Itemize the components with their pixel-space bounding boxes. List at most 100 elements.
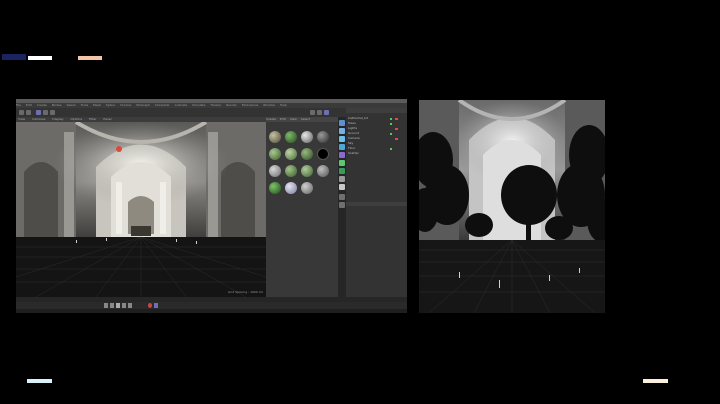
material-menubar: Create Edit View Select	[266, 117, 338, 122]
menu-item[interactable]: Extensions	[242, 103, 258, 107]
material-swatch[interactable]	[269, 131, 281, 143]
object-row[interactable]: Scatter	[348, 152, 359, 155]
cloner-icon[interactable]	[339, 144, 345, 150]
timeline[interactable]	[16, 297, 407, 313]
step-back-icon[interactable]	[110, 303, 114, 308]
material-swatch[interactable]	[317, 131, 329, 143]
play-icon[interactable]	[116, 303, 120, 308]
visibility-dot[interactable]	[390, 148, 392, 150]
perspective-viewport[interactable]: Grid Spacing : 1000 cm	[16, 122, 266, 297]
object-manager: Cathedral_Int Trees Lights Ground Camera…	[346, 108, 407, 297]
menu-item[interactable]: Create	[37, 103, 47, 107]
material-swatch[interactable]	[269, 165, 281, 177]
render-preview	[419, 100, 605, 313]
render-settings-icon[interactable]	[317, 110, 322, 115]
viewport-menu-item[interactable]: Options	[68, 117, 82, 121]
object-row[interactable]: Sky	[348, 142, 353, 145]
menu-item[interactable]: Volume	[120, 103, 131, 107]
viewport-menu-item[interactable]: View	[16, 117, 25, 121]
tag-dot[interactable]	[395, 138, 398, 140]
tag-icon[interactable]	[339, 194, 345, 200]
cathedral-with-trees-render	[419, 100, 605, 313]
object-manager-header	[346, 108, 407, 113]
step-forward-icon[interactable]	[122, 303, 126, 308]
visibility-dot[interactable]	[390, 118, 392, 120]
object-row[interactable]: Cathedral_Int	[348, 117, 368, 120]
object-row[interactable]: Lights	[348, 127, 357, 130]
scene-icon[interactable]	[339, 168, 345, 174]
material-swatch[interactable]	[301, 148, 313, 160]
viewport-menu-item[interactable]: Panel	[101, 117, 111, 121]
menu-item[interactable]: Modes	[52, 103, 62, 107]
menu-item[interactable]: Window	[263, 103, 275, 107]
material-swatch[interactable]	[317, 165, 329, 177]
c4d-window: File Edit Create Modes Select Tools Mesh…	[16, 99, 407, 313]
tag-dot[interactable]	[395, 128, 398, 130]
menu-item[interactable]: Edit	[26, 103, 32, 107]
material-swatch[interactable]	[285, 165, 297, 177]
record-icon[interactable]	[148, 303, 152, 308]
menu-item[interactable]: Spline	[106, 103, 115, 107]
timeline-ruler[interactable]	[16, 297, 407, 302]
material-swatch[interactable]	[301, 165, 313, 177]
keyframe-icon[interactable]	[154, 303, 158, 308]
material-swatch[interactable]	[301, 182, 313, 194]
viewport-menu-item[interactable]: Filter	[87, 117, 96, 121]
material-menu-item[interactable]: Create	[266, 117, 276, 121]
camera-icon[interactable]	[339, 176, 345, 182]
menu-item[interactable]: Animate	[175, 103, 188, 107]
deformer-icon[interactable]	[339, 152, 345, 158]
cube-icon[interactable]	[339, 120, 345, 126]
menu-item[interactable]: Select	[66, 103, 75, 107]
viewport-menu-item[interactable]: Cameras	[30, 117, 45, 121]
material-swatch[interactable]	[285, 131, 297, 143]
menu-item[interactable]: Tracker	[210, 103, 221, 107]
menu-item[interactable]: Render	[226, 103, 237, 107]
visibility-dot[interactable]	[390, 133, 392, 135]
object-row[interactable]: Trees	[348, 122, 356, 125]
timeline-frames[interactable]	[16, 309, 407, 313]
object-row[interactable]: Camera	[348, 137, 360, 140]
material-swatch[interactable]	[269, 182, 281, 194]
object-row[interactable]: Ground	[348, 132, 359, 135]
material-swatch[interactable]	[301, 131, 313, 143]
light-gizmo-icon[interactable]	[116, 146, 122, 152]
material-swatch[interactable]	[269, 148, 281, 160]
bottom-bar-right	[643, 379, 668, 383]
scale-icon[interactable]	[43, 110, 48, 115]
go-start-icon[interactable]	[104, 303, 108, 308]
light-icon[interactable]	[339, 184, 345, 190]
tag-dot[interactable]	[395, 118, 398, 120]
subdivision-icon[interactable]	[339, 136, 345, 142]
menu-item[interactable]: Help	[280, 103, 287, 107]
field-icon[interactable]	[339, 160, 345, 166]
material-swatch[interactable]	[285, 182, 297, 194]
material-menu-item[interactable]: View	[290, 117, 297, 121]
settings-icon[interactable]	[339, 202, 345, 208]
material-swatch[interactable]	[317, 148, 329, 160]
tools-palette	[338, 117, 346, 297]
undo-icon[interactable]	[19, 110, 24, 115]
menu-item[interactable]: Character	[155, 103, 170, 107]
material-menu-item[interactable]: Select	[301, 117, 310, 121]
top-bar-navy	[2, 54, 26, 60]
menu-item[interactable]: File	[16, 103, 21, 107]
menu-item[interactable]: Simulate	[192, 103, 205, 107]
rotate-icon[interactable]	[50, 110, 55, 115]
material-swatch[interactable]	[285, 148, 297, 160]
redo-icon[interactable]	[26, 110, 31, 115]
material-menu-item[interactable]: Edit	[280, 117, 286, 121]
material-manager: Create Edit View Select	[266, 117, 338, 297]
menu-item[interactable]: Mesh	[93, 103, 101, 107]
menu-item[interactable]: MoGraph	[136, 103, 150, 107]
go-end-icon[interactable]	[128, 303, 132, 308]
visibility-dot[interactable]	[390, 123, 392, 125]
render-view-icon[interactable]	[324, 110, 329, 115]
pen-icon[interactable]	[339, 128, 345, 134]
menu-item[interactable]: Tools	[81, 103, 88, 107]
move-icon[interactable]	[36, 110, 41, 115]
viewport-menu-item[interactable]: Display	[50, 117, 63, 121]
object-row[interactable]: Floor	[348, 147, 355, 150]
viewport-status: Grid Spacing : 1000 cm	[228, 290, 264, 294]
render-icon[interactable]	[310, 110, 315, 115]
